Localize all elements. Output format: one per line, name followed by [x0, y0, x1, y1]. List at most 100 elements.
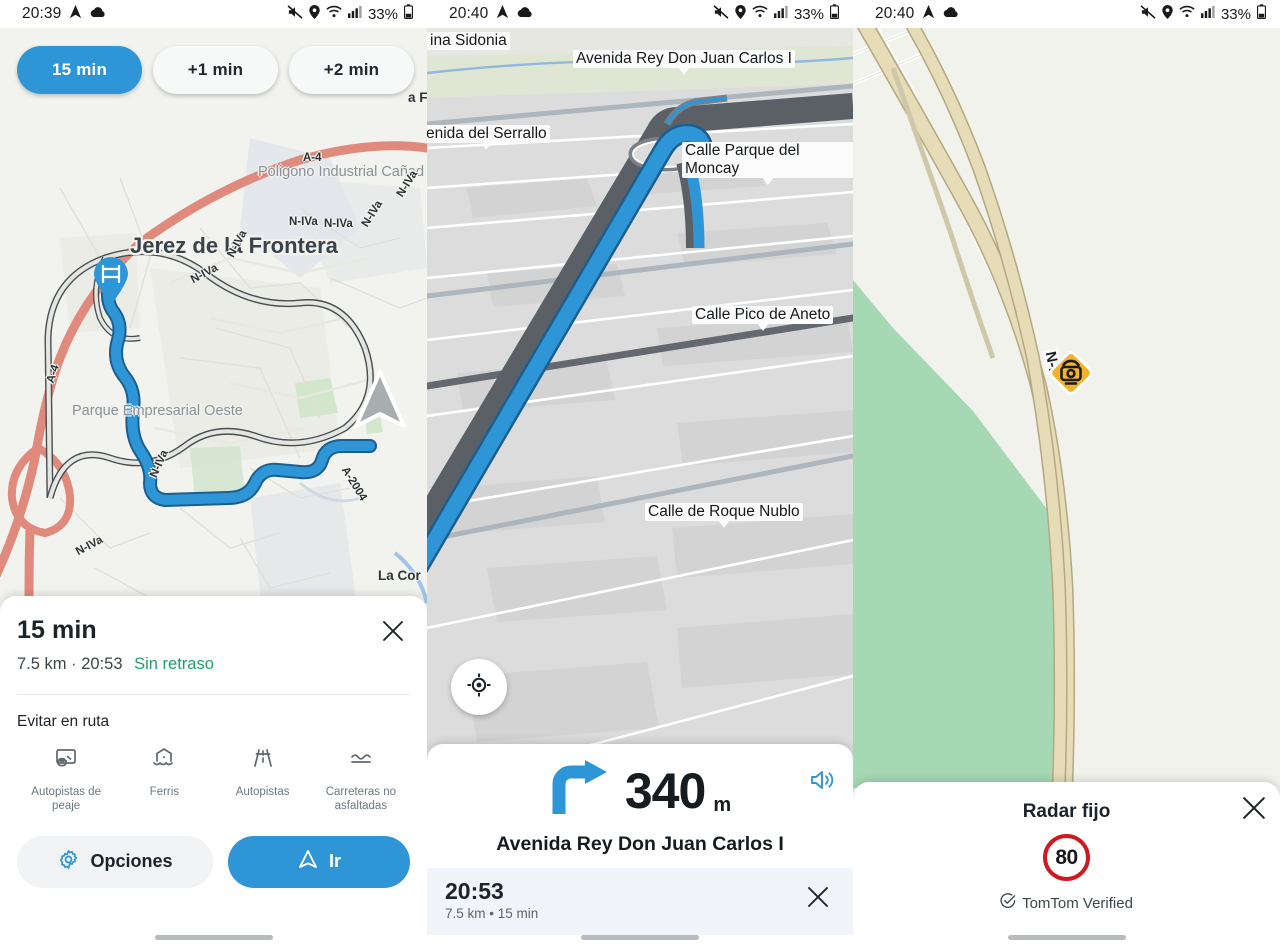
cloud-icon: [517, 5, 533, 23]
street-label-text: Calle de Roque Nublo: [645, 503, 803, 521]
maneuver-street-name: Avenida Rey Don Juan Carlos I: [496, 833, 784, 855]
speed-limit-sign: 80: [1043, 834, 1090, 881]
street-label-text: Calle Pico de Aneto: [692, 306, 834, 324]
avoid-option-label: Carreteras no asfaltadas: [325, 786, 397, 813]
sheet-action-row: Opciones Ir: [17, 835, 410, 888]
cloud-icon: [90, 5, 106, 23]
battery-icon: [1256, 4, 1267, 24]
navigation-icon: [68, 4, 83, 24]
avoid-option-unpaved[interactable]: Carreteras no asfaltadas: [312, 745, 410, 814]
battery-level-text: 33%: [1220, 5, 1251, 23]
motorway-icon: [249, 745, 277, 778]
status-time: 20:39: [22, 5, 62, 22]
signal-icon: [1201, 5, 1215, 23]
location-icon: [1162, 4, 1173, 24]
street-label-pico-de-aneto: Calle Pico de Aneto: [692, 306, 834, 331]
speed-limit-value: 80: [1055, 845, 1078, 869]
navigation-main: 340 m Avenida Rey Don Juan Carlos I: [427, 744, 853, 868]
ferry-icon: [150, 745, 178, 778]
verified-row: TomTom Verified: [853, 893, 1280, 913]
route-arrival-time: 20:53: [81, 655, 123, 673]
status-left: 20:40: [875, 4, 959, 24]
street-label-text: ina Sidonia: [427, 32, 510, 50]
navigation-arrow-icon: [297, 848, 319, 875]
gesture-bar[interactable]: [154, 935, 273, 940]
street-label-text: Avenida Rey Don Juan Carlos I: [573, 50, 795, 68]
navigation-instruction-sheet: 340 m Avenida Rey Don Juan Carlos I 20:5…: [427, 744, 853, 948]
avoid-option-motorway[interactable]: Autopistas: [214, 745, 312, 814]
route-duration: 15 min: [17, 616, 97, 644]
avoid-option-label: Autopistas: [235, 786, 290, 798]
close-icon: [807, 886, 829, 913]
turn-right-icon: [549, 760, 611, 821]
speed-camera-sheet: Radar fijo 80 TomTom Verified: [853, 782, 1280, 948]
street-label-caret: [677, 67, 690, 75]
remaining-distance-time: 7.5 km • 15 min: [445, 906, 539, 922]
toll-icon: [52, 745, 80, 778]
status-bar-screen1: 20:39 33%: [0, 0, 427, 28]
wifi-icon: [752, 5, 768, 23]
close-sheet-button[interactable]: [376, 616, 410, 650]
status-right: 33%: [1140, 4, 1267, 24]
stop-navigation-button[interactable]: [801, 883, 835, 917]
battery-icon: [829, 4, 840, 24]
screen-turn-by-turn: ina Sidonia Avenida Rey Don Juan Carlos …: [427, 0, 853, 948]
radar-title: Radar fijo: [1022, 801, 1111, 822]
eta-block: 20:53 7.5 km • 15 min: [445, 878, 538, 921]
recenter-icon: [466, 672, 492, 703]
signal-icon: [348, 5, 362, 23]
street-label-moncayo: Calle Parque del Moncay: [682, 142, 853, 185]
route-time-chips: 15 min +1 min +2 min: [17, 46, 414, 94]
start-navigation-button[interactable]: Ir: [228, 835, 410, 888]
avoid-option-ferry[interactable]: Ferris: [115, 745, 213, 814]
mute-icon: [1140, 4, 1156, 24]
mute-icon: [713, 4, 729, 24]
chip-route-alt1[interactable]: +1 min: [153, 46, 278, 94]
street-label-caret: [480, 142, 493, 150]
route-detail-sheet: 15 min 7.5 km · 20:53 Sin retraso Evitar…: [0, 596, 427, 948]
gesture-bar[interactable]: [1007, 935, 1126, 940]
recenter-button[interactable]: [451, 659, 507, 715]
avoid-option-toll[interactable]: Autopistas de peaje: [17, 745, 115, 814]
status-right: 33%: [287, 4, 414, 24]
avoid-section-title: Evitar en ruta: [17, 713, 110, 730]
route-distance: 7.5 km: [17, 655, 67, 673]
battery-level-text: 33%: [793, 5, 824, 23]
sound-toggle-button[interactable]: [809, 768, 835, 797]
status-bar-screen2: 20:40 33%: [427, 0, 853, 28]
street-label-text: Calle Parque del Moncay: [682, 142, 853, 178]
arrival-time: 20:53: [445, 878, 504, 904]
status-time: 20:40: [449, 5, 489, 22]
street-label-serrallo: enida del Serrallo: [427, 125, 550, 150]
chip-route-alt2[interactable]: +2 min: [289, 46, 414, 94]
gesture-bar[interactable]: [581, 935, 699, 940]
check-circle-icon: [1000, 893, 1016, 913]
close-radar-button[interactable]: [1242, 796, 1266, 825]
options-button[interactable]: Opciones: [17, 835, 213, 888]
battery-icon: [403, 4, 414, 24]
sheet-divider: [17, 694, 410, 695]
destination-pin[interactable]: [92, 256, 130, 306]
status-left: 20:40: [449, 4, 533, 24]
maneuver-distance: 340: [624, 762, 706, 819]
screenshot-triptych: Jerez de la Frontera Poligono Industrial…: [0, 0, 1280, 948]
street-label-rey-don-juan-carlos: Avenida Rey Don Juan Carlos I: [573, 50, 795, 75]
battery-level-text: 33%: [367, 5, 398, 23]
status-right: 33%: [713, 4, 840, 24]
street-label-caret: [761, 177, 774, 185]
route-delay-status: Sin retraso: [134, 655, 214, 673]
wifi-icon: [1179, 5, 1195, 23]
verified-label: TomTom Verified: [1022, 894, 1133, 912]
route-summary: 7.5 km · 20:53 Sin retraso: [17, 655, 214, 674]
screen-speed-camera: N-I 20:40 33% Radar fijo 80 TomTom Verif…: [853, 0, 1280, 948]
speed-camera-map-marker[interactable]: [1044, 346, 1098, 400]
location-icon: [309, 4, 320, 24]
status-bar-screen3: 20:40 33%: [853, 0, 1280, 28]
vehicle-position-marker: [352, 368, 408, 432]
wifi-icon: [326, 5, 342, 23]
street-label-caret: [717, 520, 730, 528]
gear-icon: [57, 848, 80, 876]
navigation-eta-bar: 20:53 7.5 km • 15 min: [427, 868, 853, 936]
chip-route-selected[interactable]: 15 min: [17, 46, 142, 94]
status-left: 20:39: [22, 4, 106, 24]
